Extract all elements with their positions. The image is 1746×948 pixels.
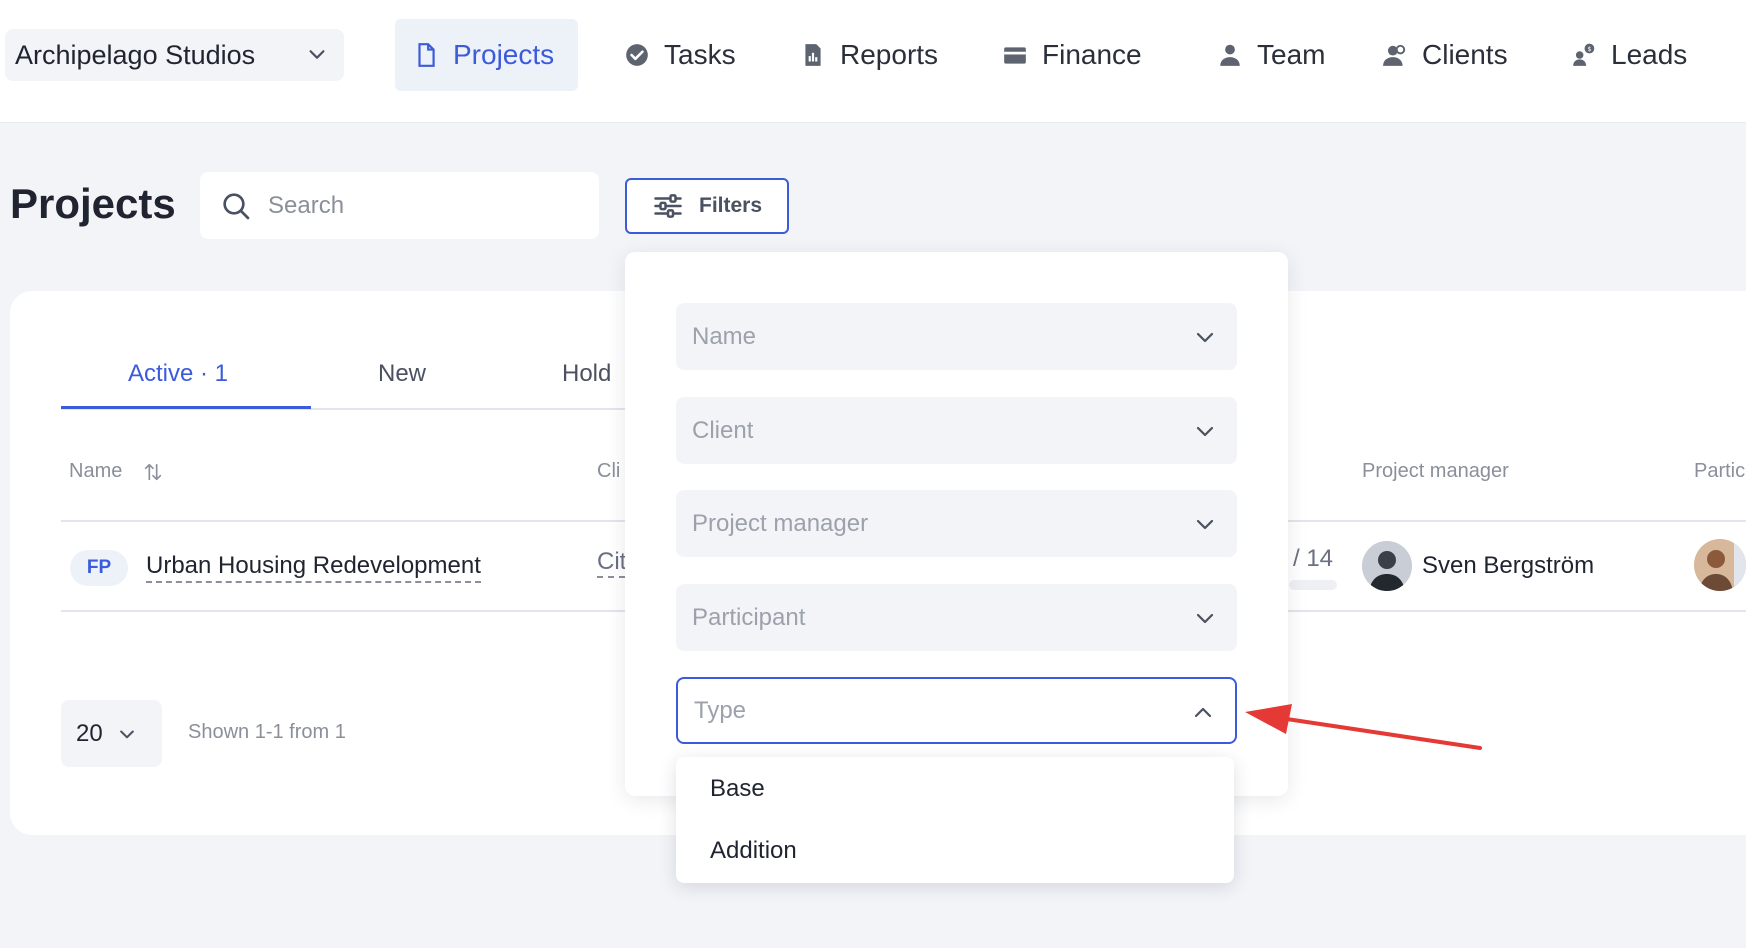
chevron-down-icon (1196, 613, 1214, 624)
active-tab-indicator (61, 406, 311, 409)
project-name-link[interactable]: Urban Housing Redevelopment (146, 552, 481, 583)
column-header-participants[interactable]: Partic (1694, 460, 1745, 483)
chevron-up-icon (1194, 707, 1212, 718)
svg-text:$: $ (1587, 45, 1591, 53)
nav-tasks[interactable]: Tasks (606, 19, 754, 91)
top-navigation-bar: Archipelago Studios Projects Tasks Repor… (0, 0, 1746, 123)
filter-participant-select[interactable]: Participant (676, 584, 1237, 651)
column-header-client[interactable]: Cli (597, 460, 625, 483)
type-option-base[interactable]: Base (710, 775, 765, 803)
search-icon (223, 192, 250, 219)
report-icon (805, 44, 821, 66)
task-progress: / 14 (1293, 545, 1334, 572)
file-icon (418, 43, 435, 67)
type-option-addition[interactable]: Addition (710, 837, 797, 865)
leads-icon: $ (1573, 43, 1595, 66)
nav-clients[interactable]: Clients (1364, 19, 1526, 91)
sliders-icon (654, 194, 682, 218)
client-link[interactable]: Cit (597, 548, 625, 578)
chevron-down-icon (1196, 519, 1214, 530)
type-options-dropdown: Base Addition (676, 757, 1234, 883)
chevron-down-icon (119, 730, 134, 738)
chevron-down-icon (1196, 426, 1214, 437)
pagination-summary: Shown 1-1 from 1 (188, 721, 346, 743)
tab-active[interactable]: Active · 1 (128, 360, 228, 388)
filters-label: Filters (699, 194, 763, 217)
organization-name: Archipelago Studios (15, 39, 256, 70)
search-input[interactable] (268, 191, 568, 220)
nav-team[interactable]: Team (1199, 19, 1343, 91)
filter-type-select[interactable]: Type (676, 677, 1237, 744)
nav-finance[interactable]: Finance (984, 19, 1160, 91)
project-manager-name: Sven Bergström (1422, 552, 1595, 579)
sort-icon[interactable] (142, 461, 164, 483)
tab-hold[interactable]: Hold (562, 360, 611, 388)
project-badge: FP (70, 550, 128, 586)
nav-reports[interactable]: Reports (782, 19, 956, 91)
nav-leads[interactable]: $ Leads (1553, 19, 1705, 91)
search-box[interactable] (200, 172, 599, 239)
tab-new[interactable]: New (378, 360, 426, 388)
check-circle-icon (626, 44, 648, 66)
page-size-select[interactable]: 20 (61, 700, 162, 767)
column-header-name[interactable]: Name (69, 460, 164, 483)
page-title: Projects (10, 180, 176, 227)
organization-select[interactable]: Archipelago Studios (5, 29, 344, 81)
annotation-arrow (1245, 704, 1482, 750)
users-icon (1383, 44, 1406, 66)
filter-name-select[interactable]: Name (676, 303, 1237, 370)
wallet-icon (1004, 47, 1026, 64)
filters-button[interactable]: Filters (625, 178, 789, 234)
progress-bar (1289, 580, 1337, 590)
filter-project-manager-select[interactable]: Project manager (676, 490, 1237, 557)
column-header-project-manager[interactable]: Project manager (1362, 460, 1509, 483)
avatar (1362, 541, 1412, 591)
filter-client-select[interactable]: Client (676, 397, 1237, 464)
chevron-down-icon (1196, 332, 1214, 343)
chevron-down-icon (309, 50, 325, 59)
user-icon (1220, 44, 1240, 66)
participant-avatar (1694, 539, 1746, 591)
nav-projects[interactable]: Projects (395, 19, 578, 91)
